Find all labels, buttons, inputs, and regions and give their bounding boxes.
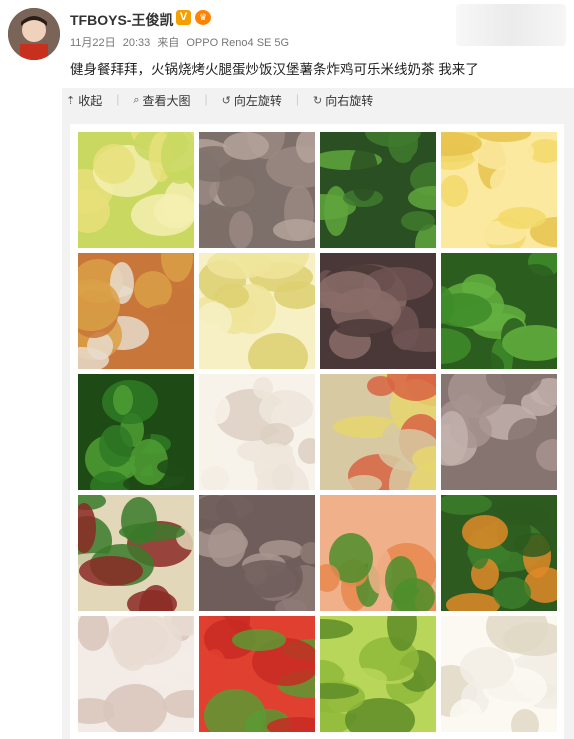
toolbar-divider: | <box>116 92 120 106</box>
photo-snow-peas[interactable] <box>441 253 557 369</box>
photo-tomato-salad[interactable] <box>199 616 315 732</box>
photo-spinach-dates[interactable] <box>78 495 194 611</box>
photo-image <box>320 616 436 732</box>
blurred-region <box>456 4 566 46</box>
photo-image <box>199 253 315 369</box>
photo-image <box>441 132 557 248</box>
media-toolbar: ⇡ 收起 | ⌕ 查看大图 | ↺ 向左旋转 | ↻ 向右旋转 <box>66 92 373 109</box>
photo-beef-chunks[interactable] <box>320 253 436 369</box>
toolbar-divider: | <box>204 92 208 106</box>
verified-badge-icon: V <box>176 10 191 25</box>
photo-chicken-breast[interactable] <box>199 374 315 490</box>
photo-egg-chicken[interactable] <box>441 616 557 732</box>
username[interactable]: TFBOYS-王俊凯 <box>70 10 173 30</box>
view-large-label: 查看大图 <box>142 94 191 108</box>
photo-cabbage[interactable] <box>199 253 315 369</box>
user-badges: V ♛ <box>176 10 211 25</box>
photo-green-pepper[interactable] <box>78 374 194 490</box>
toolbar-divider: | <box>295 92 300 106</box>
source-prefix: 来自 <box>157 37 180 49</box>
rotate-left-button[interactable]: ↺ 向左旋转 <box>222 92 282 109</box>
photo-image <box>78 374 194 490</box>
rotate-right-icon: ↻ <box>313 95 323 107</box>
photo-image <box>320 495 436 611</box>
photo-image <box>199 495 315 611</box>
rotate-right-label: 向右旋转 <box>325 94 374 108</box>
device-source[interactable]: OPPO Reno4 SE 5G <box>186 37 289 49</box>
photo-image <box>320 374 436 490</box>
photo-image <box>199 132 315 248</box>
photo-image <box>78 132 194 248</box>
collapse-label: 收起 <box>78 94 103 108</box>
vip-badge-icon: ♛ <box>195 10 211 25</box>
rotate-right-button[interactable]: ↻ 向右旋转 <box>313 92 373 109</box>
photo-pork-cubes[interactable] <box>441 374 557 490</box>
photo-sliced-meat[interactable] <box>199 132 315 248</box>
photo-shredded-chicken[interactable] <box>78 616 194 732</box>
magnifier-icon: ⌕ <box>133 94 140 106</box>
photo-image <box>441 616 557 732</box>
post-time[interactable]: 20:33 <box>123 37 151 49</box>
rotate-left-label: 向左旋转 <box>233 94 282 108</box>
photo-image <box>199 616 315 732</box>
photo-tofu-pumpkin[interactable] <box>78 253 194 369</box>
collapse-button[interactable]: ⇡ 收起 <box>66 92 102 109</box>
photo-image <box>441 374 557 490</box>
post-meta: 11月22日 20:33 来自 OPPO Reno4 SE 5G <box>70 34 293 50</box>
collapse-icon: ⇡ <box>66 95 76 107</box>
photo-grid <box>70 124 564 739</box>
rotate-left-icon: ↺ <box>221 95 231 107</box>
photo-image <box>78 253 194 369</box>
post-date[interactable]: 11月22日 <box>70 37 116 49</box>
photo-image <box>199 374 315 490</box>
view-large-button[interactable]: ⌕ 查看大图 <box>133 92 190 109</box>
photo-image <box>441 495 557 611</box>
post-text: 健身餐拜拜，火锅烧烤火腿蛋炒饭汉堡薯条炸鸡可乐米线奶茶 我来了 <box>70 62 479 77</box>
photo-shrimp-broccoli[interactable] <box>320 495 436 611</box>
photo-broccoli[interactable] <box>320 616 436 732</box>
photo-image <box>441 253 557 369</box>
photo-image <box>320 132 436 248</box>
photo-greens[interactable] <box>320 132 436 248</box>
photo-meal-box[interactable] <box>320 374 436 490</box>
photo-image <box>78 616 194 732</box>
photo-image <box>320 253 436 369</box>
photo-greens-pumpkin[interactable] <box>441 495 557 611</box>
photo-sliced-beef[interactable] <box>199 495 315 611</box>
photo-napa-cabbage[interactable] <box>78 132 194 248</box>
photo-corn[interactable] <box>441 132 557 248</box>
avatar[interactable] <box>8 8 60 60</box>
photo-image <box>78 495 194 611</box>
